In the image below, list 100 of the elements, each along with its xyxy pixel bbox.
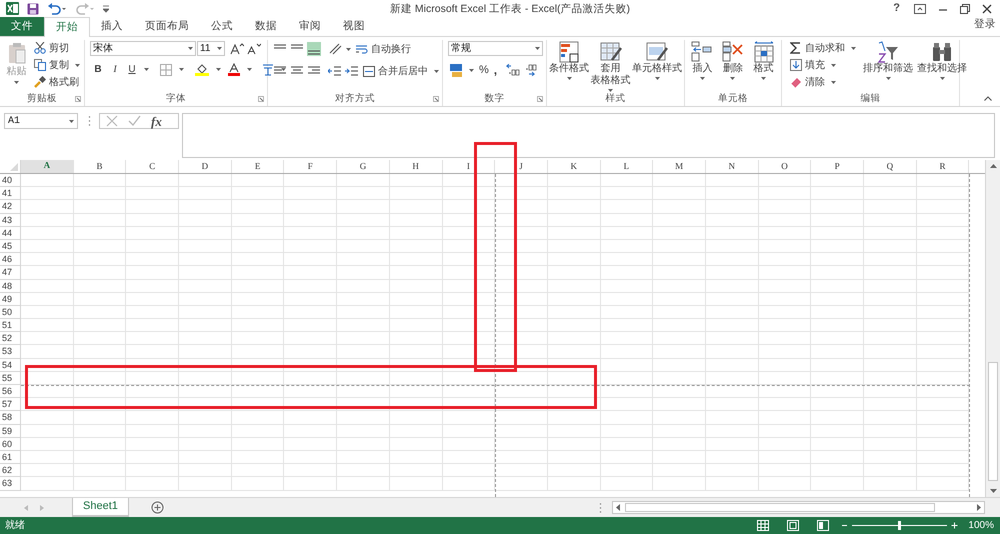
column-header[interactable]: H [390,160,442,173]
column-header[interactable]: E [232,160,284,173]
font-size-field[interactable]: 11 [197,41,225,56]
row-header[interactable]: 42 [0,200,21,214]
ribbon-button[interactable]: 排序和筛选 [863,40,913,92]
scroll-thumb[interactable] [988,362,998,481]
zoom-in-icon[interactable] [951,522,958,529]
formula-input[interactable] [182,113,995,158]
page-break-preview-icon[interactable] [817,520,830,531]
column-header[interactable]: L [600,160,654,173]
column-header[interactable]: Q [864,160,917,173]
ribbon-button[interactable]: 查找和选择 [917,40,967,92]
row-header[interactable]: 56 [0,385,21,398]
ribbon-button[interactable]: 自动求和 [789,40,857,56]
currency-icon[interactable] [450,64,464,77]
row-header[interactable]: 63 [0,477,21,490]
column-header[interactable]: P [811,160,864,173]
dialog-launcher-icon[interactable] [537,96,543,102]
row-header[interactable]: 61 [0,450,21,464]
grow-font-icon[interactable] [230,42,244,54]
row-header[interactable]: 46 [0,253,21,266]
format-button[interactable]: I [110,62,120,77]
row-header[interactable]: 47 [0,266,21,280]
add-sheet-icon[interactable] [150,501,164,514]
format-button[interactable]: B [93,62,103,77]
ribbon-button[interactable]: 删除 [722,40,744,92]
format-button[interactable]: U [127,62,137,77]
row-header[interactable]: 60 [0,438,21,451]
ribbon-button[interactable]: 剪切 [33,40,81,56]
column-header[interactable]: A [21,160,74,173]
row-header[interactable]: 62 [0,464,21,478]
column-header[interactable]: K [548,160,601,173]
page-layout-icon[interactable] [787,520,800,531]
ribbon-button[interactable]: 单元格样式 [632,40,682,92]
customize-icon[interactable] [103,4,109,12]
select-all-icon[interactable] [10,163,18,171]
shrink-font-icon[interactable] [247,42,261,54]
next-sheet-icon[interactable] [38,504,46,512]
ribbon-button[interactable]: 条件格式 [549,40,589,92]
row-header[interactable]: 54 [0,358,21,372]
ribbon-button[interactable]: 插入 [691,40,714,92]
ribbon-tab[interactable]: 数据 [244,17,288,36]
ribbon-button[interactable]: 清除 [789,74,857,90]
cancel-icon[interactable] [106,115,118,127]
close-icon[interactable] [982,4,992,14]
undo-icon[interactable] [47,2,67,14]
row-header[interactable]: 53 [0,345,21,359]
ribbon-tab[interactable]: 开始 [44,17,90,37]
column-header[interactable]: F [284,160,338,173]
dialog-launcher-icon[interactable] [75,96,81,102]
row-header[interactable]: 40 [0,174,21,188]
sign-in-link[interactable]: 登录 [974,17,996,33]
row-header[interactable]: 55 [0,372,21,385]
file-tab[interactable]: 文件 [0,17,44,36]
save-icon[interactable] [27,2,39,14]
borders-icon[interactable] [160,64,172,76]
row-header[interactable]: 58 [0,411,21,425]
zoom-out-icon[interactable] [841,522,848,529]
column-header[interactable]: B [74,160,126,173]
ribbon-button[interactable]: 格式 [752,40,775,92]
align-bottom-icon[interactable] [307,42,321,56]
row-header[interactable]: 45 [0,240,21,254]
percent-button[interactable]: % [479,62,489,78]
row-header[interactable]: 44 [0,226,21,240]
slider-thumb[interactable] [898,521,902,530]
ribbon-tab[interactable]: 审阅 [288,17,332,36]
scroll-thumb[interactable] [625,503,935,512]
row-header[interactable]: 43 [0,214,21,227]
ribbon-button[interactable]: 套用 表格格式 [590,40,630,92]
row-header[interactable]: 52 [0,332,21,346]
name-box[interactable]: A1 [4,113,78,129]
row-header[interactable]: 59 [0,424,21,438]
ribbon-tab[interactable]: 页面布局 [134,17,200,36]
row-header[interactable]: 48 [0,280,21,293]
vertical-scrollbar[interactable] [985,160,1000,497]
decrease-indent-icon[interactable] [328,65,342,77]
comma-button[interactable]: , [494,64,498,76]
ribbon-button[interactable]: 合并后居中 [362,63,440,79]
ribbon-tab[interactable]: 视图 [332,17,376,36]
row-header[interactable]: 51 [0,319,21,332]
column-header[interactable]: D [179,160,232,173]
ribbon-button[interactable]: 格式刷 [33,74,81,90]
zoom-level-text[interactable]: 100% [968,518,994,533]
dialog-launcher-icon[interactable] [258,96,264,102]
orientation-icon[interactable] [329,43,343,55]
increase-indent-icon[interactable] [345,65,359,77]
ribbon-display-icon[interactable] [914,4,926,14]
ribbon-button[interactable]: 自动换行 [354,41,412,57]
excel-logo-icon[interactable] [6,2,19,15]
ribbon-tab[interactable]: 插入 [90,17,134,36]
sheet-tab[interactable]: Sheet1 [72,498,129,517]
row-header[interactable]: 49 [0,292,21,306]
column-header[interactable]: I [442,160,496,173]
collapse-ribbon-icon[interactable] [984,96,992,101]
column-header[interactable]: M [653,160,706,173]
column-header[interactable]: G [337,160,390,173]
redo-icon[interactable] [75,2,95,14]
increase-decimal-icon[interactable] [506,64,520,76]
column-header[interactable]: J [495,160,548,173]
row-header[interactable]: 50 [0,306,21,320]
